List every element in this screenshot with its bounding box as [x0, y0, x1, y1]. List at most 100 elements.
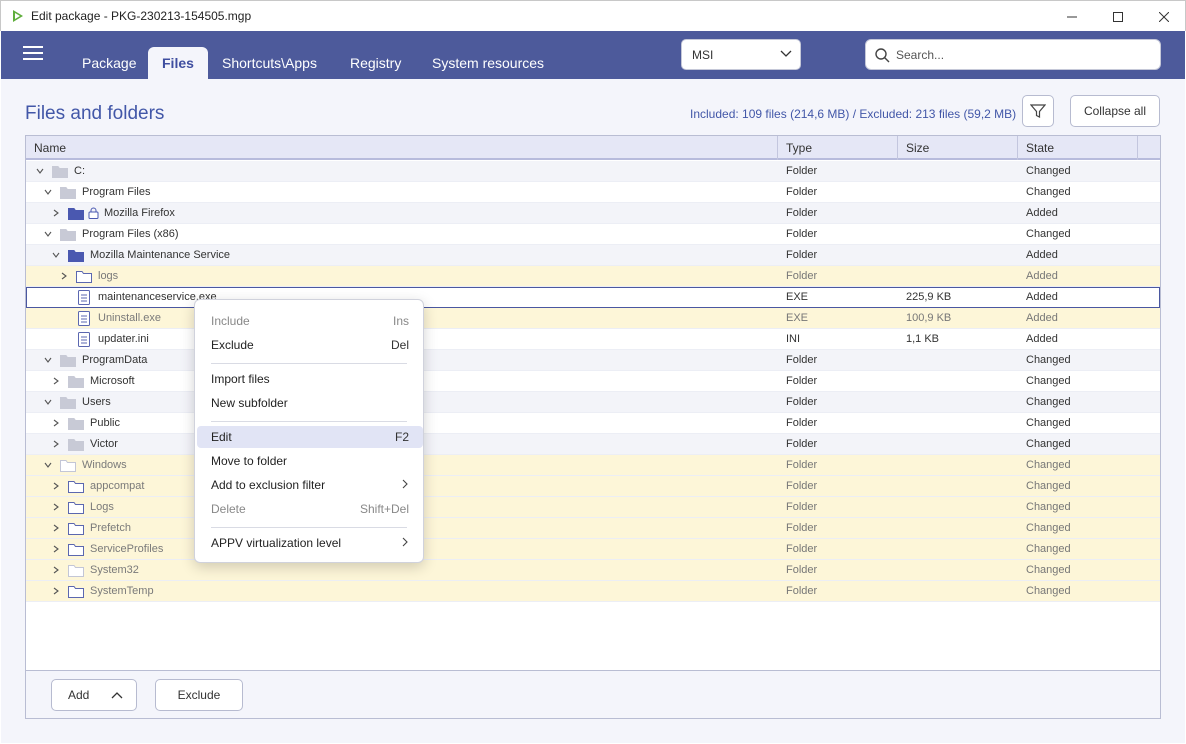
filter-button[interactable]: [1022, 95, 1054, 127]
chevron-right-icon[interactable]: [52, 503, 60, 511]
row-state: Changed: [1026, 585, 1071, 597]
chevron-down-icon: [780, 50, 792, 57]
menu-item-label: New subfolder: [211, 396, 288, 410]
menu-item-new-subfolder[interactable]: New subfolder: [197, 392, 423, 414]
row-type: Folder: [786, 501, 818, 513]
menu-item-label: Add to exclusion filter: [211, 478, 326, 492]
search-box[interactable]: [865, 39, 1161, 70]
row-name: logs: [98, 270, 119, 282]
tab-registry[interactable]: Registry: [336, 47, 415, 79]
chevron-down-icon[interactable]: [52, 251, 60, 259]
folder-icon: [68, 439, 84, 451]
tab-shortcuts-apps[interactable]: Shortcuts\Apps: [208, 47, 331, 79]
menu-item-shortcut: Ins: [392, 314, 409, 328]
chevron-right-icon[interactable]: [52, 440, 60, 448]
menu-item-include[interactable]: Include Ins: [197, 310, 423, 332]
folder-icon: [60, 187, 76, 199]
folder-icon: [68, 208, 84, 220]
row-state: Changed: [1026, 396, 1071, 408]
chevron-right-icon[interactable]: [60, 272, 68, 280]
row-size: 1,1 KB: [906, 333, 940, 345]
bottom-bar: Add Exclude: [25, 671, 1161, 719]
row-type: Folder: [786, 354, 818, 366]
chevron-right-icon[interactable]: [52, 377, 60, 385]
menu-hamburger-icon[interactable]: [23, 46, 43, 62]
row-state: Changed: [1026, 480, 1071, 492]
table-row[interactable]: Program Files (x86) Folder Changed: [26, 224, 1160, 245]
chevron-right-icon[interactable]: [52, 482, 60, 490]
row-name: Program Files (x86): [82, 228, 179, 240]
table-row[interactable]: Program Files Folder Changed: [26, 182, 1160, 203]
exclude-button[interactable]: Exclude: [155, 679, 243, 711]
chevron-right-icon: [402, 479, 408, 489]
close-button[interactable]: [1141, 1, 1186, 32]
chevron-right-icon[interactable]: [52, 419, 60, 427]
chevron-right-icon[interactable]: [52, 524, 60, 532]
table-row[interactable]: Mozilla Firefox Folder Added: [26, 203, 1160, 224]
chevron-right-icon[interactable]: [52, 545, 60, 553]
menu-item-import-files[interactable]: Import files: [197, 368, 423, 390]
lock-icon: [88, 207, 99, 219]
table-row[interactable]: Mozilla Maintenance Service Folder Added: [26, 245, 1160, 266]
chevron-right-icon[interactable]: [52, 587, 60, 595]
folder-icon: [60, 397, 76, 409]
chevron-down-icon[interactable]: [44, 461, 52, 469]
nav-bar: Package Files Shortcuts\Apps Registry Sy…: [1, 31, 1185, 79]
folder-icon: [60, 229, 76, 241]
table-row[interactable]: logs Folder Added: [26, 266, 1160, 287]
chevron-down-icon[interactable]: [36, 167, 44, 175]
column-header-size[interactable]: Size: [906, 141, 929, 155]
file-icon: [78, 332, 90, 347]
add-button[interactable]: Add: [51, 679, 137, 711]
menu-item-add-to-exclusion-filter[interactable]: Add to exclusion filter: [197, 474, 423, 496]
menu-item-shortcut: Shift+Del: [359, 502, 409, 516]
table-row[interactable]: System32 Folder Changed: [26, 560, 1160, 581]
row-state: Added: [1026, 312, 1058, 324]
row-name: appcompat: [90, 480, 145, 492]
row-name: ServiceProfiles: [90, 543, 164, 555]
maximize-button[interactable]: [1095, 1, 1141, 32]
row-state: Added: [1026, 333, 1058, 345]
column-header-type[interactable]: Type: [786, 141, 812, 155]
row-name: Windows: [82, 459, 127, 471]
menu-item-delete[interactable]: Delete Shift+Del: [197, 498, 423, 520]
row-type: EXE: [786, 312, 809, 324]
menu-item-move-to-folder[interactable]: Move to folder: [197, 450, 423, 472]
row-state: Changed: [1026, 543, 1071, 555]
menu-item-label: Edit: [211, 430, 232, 444]
page-title: Files and folders: [25, 103, 165, 124]
row-type: Folder: [786, 270, 818, 282]
folder-icon: [60, 460, 76, 472]
title-bar: Edit package - PKG-230213-154505.mgp: [0, 0, 1186, 31]
row-state: Changed: [1026, 165, 1071, 177]
collapse-all-button[interactable]: Collapse all: [1070, 95, 1160, 127]
menu-item-label: Exclude: [211, 338, 254, 352]
column-header-name[interactable]: Name: [34, 141, 66, 155]
chevron-down-icon[interactable]: [44, 398, 52, 406]
row-state: Added: [1026, 207, 1058, 219]
chevron-right-icon[interactable]: [52, 566, 60, 574]
search-icon: [875, 48, 890, 63]
search-input[interactable]: [896, 46, 1146, 64]
package-type-select[interactable]: MSI: [681, 39, 801, 70]
chevron-down-icon[interactable]: [44, 230, 52, 238]
chevron-down-icon[interactable]: [44, 188, 52, 196]
column-header-state[interactable]: State: [1026, 141, 1054, 155]
grid-header: Name Type Size State: [26, 136, 1160, 160]
menu-item-label: APPV virtualization level: [211, 536, 342, 550]
chevron-right-icon[interactable]: [52, 209, 60, 217]
row-size: 100,9 KB: [906, 312, 952, 324]
tab-package[interactable]: Package: [68, 47, 150, 79]
row-type: INI: [786, 333, 801, 345]
chevron-down-icon[interactable]: [44, 356, 52, 364]
row-state: Changed: [1026, 228, 1071, 240]
menu-item-appv-virtualization-level[interactable]: APPV virtualization level: [197, 532, 423, 554]
menu-item-exclude[interactable]: Exclude Del: [197, 334, 423, 356]
tab-system-resources[interactable]: System resources: [418, 47, 558, 79]
table-row[interactable]: C: Folder Changed: [26, 161, 1160, 182]
tab-files[interactable]: Files: [148, 47, 208, 79]
menu-item-edit[interactable]: Edit F2: [197, 426, 423, 448]
row-state: Added: [1026, 270, 1058, 282]
table-row[interactable]: SystemTemp Folder Changed: [26, 581, 1160, 602]
minimize-button[interactable]: [1049, 1, 1095, 32]
